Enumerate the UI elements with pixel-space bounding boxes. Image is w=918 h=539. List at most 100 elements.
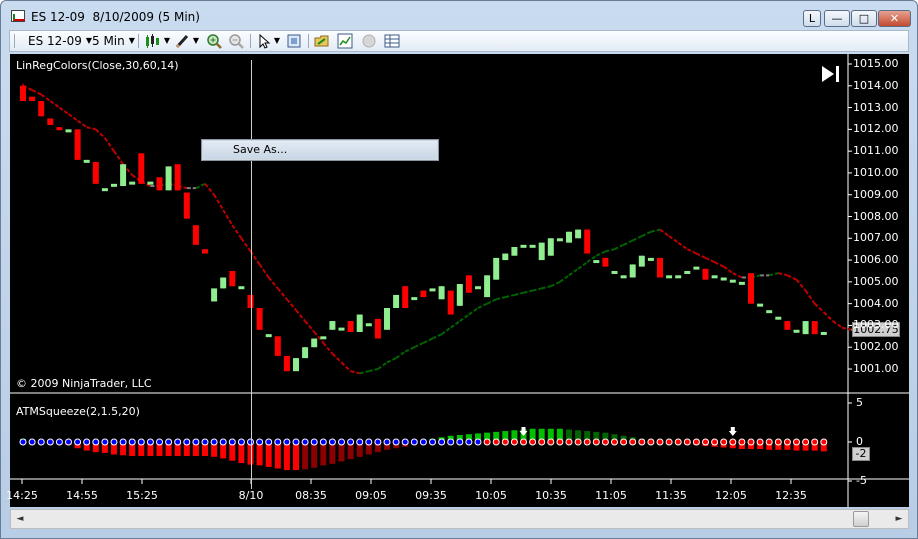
close-button[interactable]: ✕ <box>878 10 911 27</box>
squeeze-dot <box>620 438 628 446</box>
squeeze-bar <box>293 442 299 471</box>
chevron-down-icon[interactable]: ▼ <box>272 33 282 49</box>
linreg-segment <box>95 128 106 139</box>
time-tick-label: 09:05 <box>355 489 387 502</box>
candle-body <box>611 270 618 274</box>
price-tick-label: 1002.00 <box>853 340 899 354</box>
linreg-segment <box>286 298 297 311</box>
toolbar-separator <box>138 34 139 48</box>
instrument-dropdown[interactable]: ES 12-09 ▼ <box>28 34 92 48</box>
squeeze-dot <box>401 438 409 446</box>
price-tick-label: 1005.00 <box>853 274 899 288</box>
linreg-segment <box>723 265 734 274</box>
candle-body <box>784 321 791 330</box>
price-tick-label: 1008.00 <box>853 209 899 223</box>
horizontal-scrollbar[interactable]: ◄ ► <box>10 509 909 529</box>
squeeze-dot <box>210 438 218 446</box>
candle-body <box>511 247 518 256</box>
candle-body <box>120 164 127 186</box>
zoom-in-icon[interactable] <box>206 33 222 49</box>
cursor-icon[interactable] <box>256 33 272 49</box>
squeeze-dot <box>765 438 773 446</box>
candle-body <box>92 162 99 184</box>
price-tick-label: 1013.00 <box>853 100 899 114</box>
squeeze-dot <box>447 438 455 446</box>
disabled-icon[interactable] <box>361 33 377 49</box>
chevron-down-icon[interactable]: ▼ <box>162 33 172 49</box>
price-tick-label: 1006.00 <box>853 253 899 267</box>
squeeze-dot <box>520 438 527 446</box>
squeeze-dot <box>165 438 173 446</box>
candle-body <box>757 303 764 307</box>
linreg-segment <box>786 274 797 281</box>
chart-panel[interactable]: LinRegColors(Close,30,60,14) © 2009 Ninj… <box>6 54 909 507</box>
squeeze-dot <box>183 438 191 446</box>
minimize-button[interactable]: — <box>824 10 850 27</box>
candle-body <box>711 275 718 279</box>
maximize-button[interactable]: □ <box>851 10 877 27</box>
time-tick-label: 09:35 <box>415 489 447 502</box>
squeeze-dot <box>83 438 91 446</box>
linreg-segment <box>559 274 570 283</box>
squeeze-dot <box>611 438 618 446</box>
squeeze-dot <box>37 438 45 446</box>
squeeze-dot <box>702 438 709 446</box>
save-as-menu-item[interactable]: Save As... <box>203 141 437 159</box>
candle-body <box>529 244 536 248</box>
title-bar[interactable]: ES 12-09 8/10/2009 (5 Min) L — □ ✕ <box>1 1 917 31</box>
linreg-segment <box>359 370 370 375</box>
candle-body <box>229 270 236 287</box>
scroll-left-icon[interactable]: ◄ <box>13 512 27 526</box>
price-tick-label: 1011.00 <box>853 144 899 158</box>
linreg-segment <box>523 289 533 294</box>
linreg-segment <box>195 182 206 190</box>
candlestick-icon[interactable] <box>144 33 160 49</box>
candle-body <box>638 255 645 267</box>
squeeze-dot <box>802 438 810 446</box>
zoom-out-icon[interactable] <box>228 33 244 49</box>
candle-body <box>47 118 54 125</box>
squeeze-dot <box>501 438 509 446</box>
squeeze-dot <box>638 438 646 446</box>
linreg-segment <box>386 357 397 364</box>
scroll-right-icon[interactable]: ► <box>892 512 906 526</box>
candle-body <box>138 153 145 184</box>
linreg-segment <box>368 368 379 373</box>
squeeze-dot <box>510 438 518 446</box>
squeeze-dot <box>756 438 764 446</box>
squeeze-dot <box>529 438 537 446</box>
link-button[interactable]: L <box>803 10 821 27</box>
chart-properties-icon[interactable] <box>337 33 353 49</box>
squeeze-dot <box>319 438 327 446</box>
candle-body <box>766 310 773 314</box>
linreg-segment <box>432 333 443 340</box>
linreg-segment <box>331 353 343 364</box>
linreg-segment <box>450 320 461 329</box>
linreg-segment <box>67 113 79 122</box>
squeeze-bar <box>283 442 290 471</box>
folder-icon[interactable] <box>314 33 330 49</box>
scroll-thumb[interactable] <box>853 511 869 527</box>
candle-body <box>602 257 609 267</box>
candle-body <box>620 275 627 279</box>
table-icon[interactable] <box>384 33 400 49</box>
scroll-to-end-icon[interactable] <box>820 64 842 84</box>
price-indicator-label: LinRegColors(Close,30,60,14) <box>16 59 179 72</box>
linreg-segment <box>459 313 470 322</box>
data-box-icon[interactable] <box>286 33 302 49</box>
squeeze-dot <box>456 438 464 446</box>
candle-body <box>393 294 400 308</box>
pencil-icon[interactable] <box>174 33 190 49</box>
squeeze-dot <box>28 438 36 446</box>
candle-body <box>547 238 554 256</box>
squeeze-dot <box>301 438 309 446</box>
linreg-segment <box>40 93 51 102</box>
candle-body <box>775 316 782 320</box>
indicator-value-marker: -2 <box>852 447 870 461</box>
signal-arrow <box>728 427 737 436</box>
candle-body <box>320 336 327 340</box>
indicator-tick-label: 5 <box>856 396 863 409</box>
interval-dropdown[interactable]: 5 Min ▼ <box>92 34 135 48</box>
candle-body <box>402 286 409 308</box>
chevron-down-icon[interactable]: ▼ <box>191 33 201 49</box>
